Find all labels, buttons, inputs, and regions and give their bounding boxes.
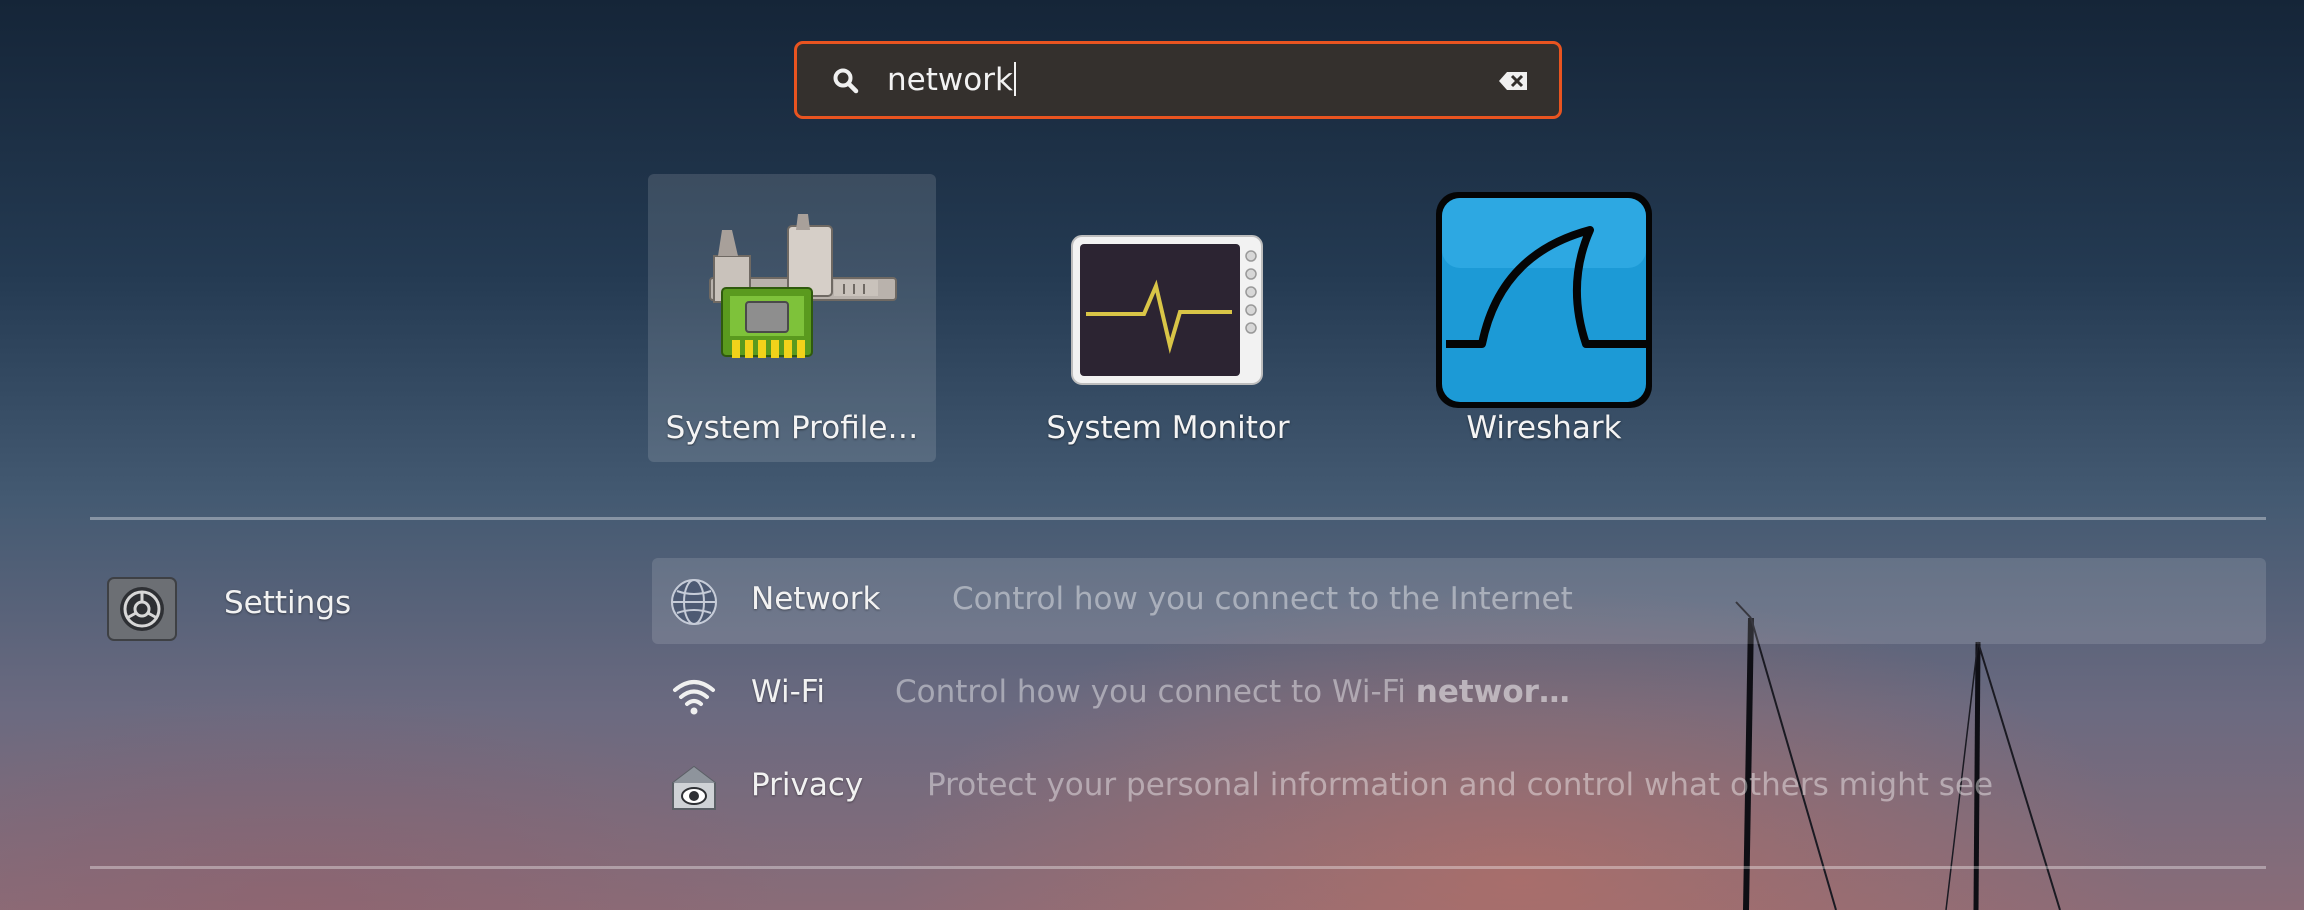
search-result-privacy[interactable]: Privacy Protect your personal informatio… [652,744,2266,830]
provider-label-settings[interactable]: Settings [224,585,351,621]
result-name: Network [751,581,881,617]
app-system-monitor[interactable]: System Monitor [1024,174,1312,462]
clear-text-icon[interactable] [1497,68,1531,94]
separator [90,866,2266,869]
app-label: Wireshark [1466,410,1622,446]
result-name: Privacy [751,767,864,803]
system-profiler-icon [709,214,897,358]
result-description: Control how you connect to the Internet [952,581,1573,617]
search-entry[interactable]: network [794,41,1562,119]
search-result-network[interactable]: Network Control how you connect to the I… [652,558,2266,644]
network-globe-icon [671,579,717,625]
separator [90,517,2266,520]
app-label: System Monitor [1046,410,1290,446]
app-label: System Profile… [665,410,919,446]
result-description: Protect your personal information and co… [927,767,1994,803]
search-input[interactable]: network [887,62,1016,98]
app-wireshark[interactable]: Wireshark [1400,174,1688,462]
wireshark-icon [1436,192,1652,408]
settings-icon[interactable] [106,576,178,642]
result-description-match: networ… [1415,674,1570,710]
privacy-icon [672,765,716,810]
search-result-wifi[interactable]: Wi-Fi Control how you connect to Wi-Fi n… [652,651,2266,737]
app-system-profiler[interactable]: System Profile… [648,174,936,462]
wifi-icon [673,680,715,715]
search-icon [833,68,859,94]
system-monitor-icon [1071,235,1263,385]
result-description: Control how you connect to Wi-Fi networ… [895,674,1570,710]
result-name: Wi-Fi [751,674,825,710]
